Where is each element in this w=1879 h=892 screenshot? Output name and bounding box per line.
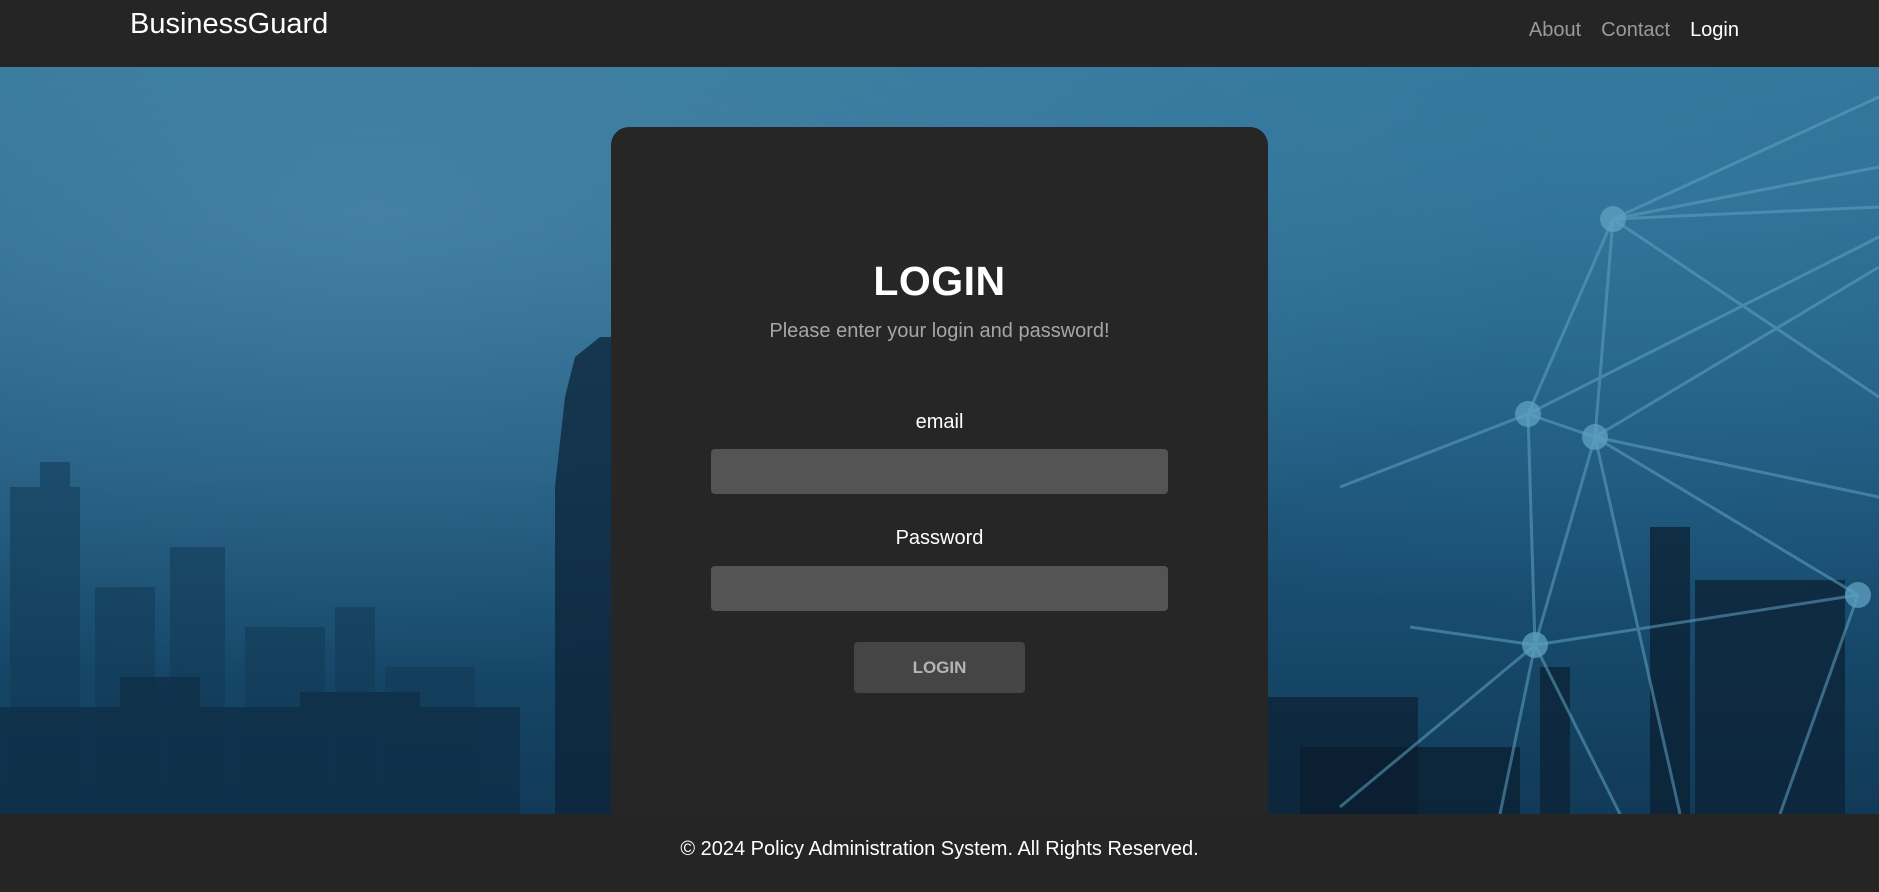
login-subtitle: Please enter your login and password! — [769, 320, 1110, 342]
top-navbar: BusinessGuard About Contact Login — [0, 0, 1879, 67]
brand-logo-link[interactable]: BusinessGuard — [130, 8, 328, 41]
email-label: email — [915, 411, 964, 433]
footer-copyright: © 2024 Policy Administration System. All… — [680, 838, 1199, 860]
nav-link-about[interactable]: About — [1529, 19, 1581, 42]
email-field[interactable] — [711, 449, 1168, 494]
login-title: LOGIN — [873, 258, 1006, 304]
password-field[interactable] — [711, 566, 1168, 611]
footer: © 2024 Policy Administration System. All… — [0, 814, 1879, 892]
login-button[interactable]: LOGIN — [854, 642, 1025, 693]
login-card: LOGIN Please enter your login and passwo… — [611, 127, 1268, 827]
password-label: Password — [895, 527, 984, 549]
nav-links: About Contact Login — [1529, 19, 1739, 42]
nav-link-login[interactable]: Login — [1690, 19, 1739, 42]
nav-link-contact[interactable]: Contact — [1601, 19, 1670, 42]
